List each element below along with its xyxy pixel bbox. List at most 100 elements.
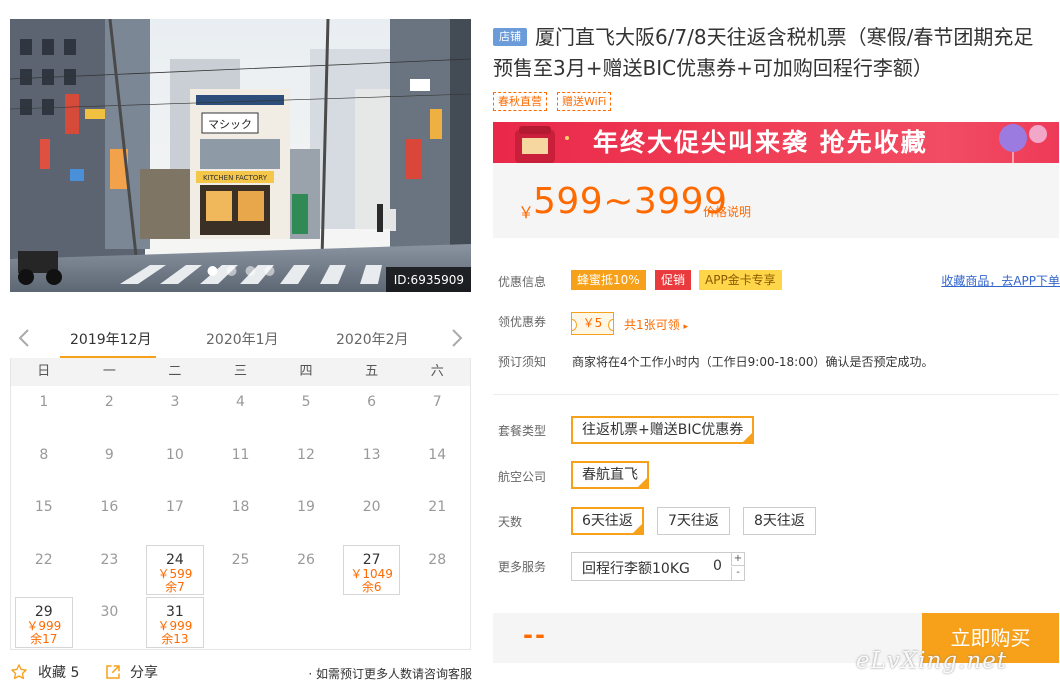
carousel-dot[interactable]	[245, 266, 255, 276]
day-number: 15	[34, 499, 53, 515]
app-gold-card-badge: APP金卡专享	[699, 270, 782, 290]
price-range: 599~3999	[533, 181, 728, 222]
coupon-ticket[interactable]: ￥5	[571, 312, 614, 335]
calendar-day: 26	[273, 544, 339, 597]
calendar-day: 1	[11, 386, 77, 439]
day-number: 13	[362, 446, 381, 463]
airline-label: 航空公司	[498, 470, 547, 484]
price-explanation-link[interactable]: 价格说明	[703, 203, 751, 220]
month-tab-jan-2020[interactable]: 2020年1月	[206, 329, 279, 349]
tag-spring-direct: 春秋直营	[493, 92, 547, 111]
day-remaining: 余17	[30, 632, 58, 646]
discount-label: 优惠信息	[498, 275, 547, 289]
calendar-day: 16	[77, 491, 143, 544]
calendar-day[interactable]: 24 ￥599 余7	[142, 544, 208, 597]
day-number: 1	[39, 394, 49, 410]
day-number: 25	[231, 551, 250, 568]
service-quantity[interactable]: 0	[713, 558, 722, 574]
street-scene-image: マシック KITCHEN FACTORY	[10, 19, 471, 292]
share-button[interactable]: 分享	[104, 662, 158, 682]
favorite-app-link[interactable]: 收藏商品，去APP下单	[941, 272, 1060, 289]
product-photo[interactable]: マシック KITCHEN FACTORY ID:6935909	[10, 19, 471, 292]
package-type-label: 套餐类型	[498, 424, 547, 438]
calendar-day: 19	[273, 491, 339, 544]
weekday-label: 一	[102, 364, 116, 379]
day-number: 21	[428, 499, 447, 515]
weekday-label: 日	[37, 364, 51, 379]
star-icon	[11, 664, 27, 680]
shop-badge: 店铺	[493, 28, 527, 46]
price-box: ￥ 599~3999 价格说明	[493, 163, 1059, 238]
calendar-day: 28	[404, 544, 470, 597]
calendar-day: 7	[404, 386, 470, 439]
chevron-left-icon[interactable]	[17, 328, 31, 348]
calendar-day: 14	[404, 439, 470, 492]
day-price: ￥1049	[350, 566, 393, 581]
calendar-day: 22	[11, 544, 77, 597]
package-option[interactable]: 往返机票+赠送BIC优惠券	[571, 416, 755, 446]
day-number: 18	[231, 499, 250, 515]
calendar-day[interactable]: 29 ￥999 余17	[11, 596, 77, 649]
share-icon	[106, 665, 120, 679]
quantity-minus-button[interactable]: -	[731, 567, 744, 580]
claim-coupon-text: 共1张可领	[624, 318, 680, 332]
calendar-day[interactable]: 27 ￥1049 余6	[339, 544, 405, 597]
chevron-right-icon[interactable]	[450, 328, 464, 348]
carousel-dot[interactable]	[207, 266, 217, 276]
day-number: 7	[432, 394, 442, 410]
calendar-day: 8	[11, 439, 77, 492]
days-option-6[interactable]: 6天往返	[571, 507, 644, 537]
day-number: 12	[297, 446, 315, 463]
airline-option[interactable]: 春航直飞	[571, 461, 649, 491]
day-number: 2	[104, 394, 114, 410]
tag-free-wifi: 赠送WiFi	[557, 92, 612, 111]
month-tab-feb-2020[interactable]: 2020年2月	[336, 329, 409, 349]
share-label: 分享	[130, 665, 158, 681]
product-title-text: 厦门直飞大阪6/7/8天往返含税机票（寒假/春节团期充足预售至3月+赠送BIC优…	[493, 25, 1034, 80]
calendar-day: 15	[11, 491, 77, 544]
calendar-day: 21	[404, 491, 470, 544]
day-number: 11	[231, 446, 250, 463]
day-number: 10	[166, 446, 184, 463]
calendar-day[interactable]: 31 ￥999 余13	[142, 596, 208, 649]
day-number: 4	[236, 394, 245, 410]
claim-coupon-link[interactable]: 共1张可领 ▸	[624, 316, 688, 333]
day-number: 31	[166, 604, 184, 620]
day-price: ￥599	[157, 566, 193, 581]
photo-id-label: ID:6935909	[385, 267, 471, 292]
calendar-day: 2	[77, 386, 143, 439]
product-title-block: 店铺 厦门直飞大阪6/7/8天往返含税机票（寒假/春节团期充足预售至3月+赠送BI…	[493, 22, 1053, 84]
carousel-dot[interactable]	[226, 266, 236, 276]
days-option-8[interactable]: 8天往返	[743, 507, 816, 535]
currency-symbol: ￥	[518, 203, 535, 222]
day-number: 30	[100, 604, 119, 620]
product-title: 店铺 厦门直飞大阪6/7/8天往返含税机票（寒假/春节团期充足预售至3月+赠送BI…	[493, 25, 1033, 80]
favorite-label: 收藏 5	[38, 665, 80, 681]
day-number: 5	[301, 394, 311, 410]
days-label: 天数	[498, 515, 523, 529]
day-number: 20	[362, 499, 381, 515]
day-number: 19	[297, 499, 315, 515]
calendar-day: 9	[77, 439, 143, 492]
calendar-day: 18	[208, 491, 274, 544]
more-services-label: 更多服务	[498, 560, 547, 574]
quantity-plus-button[interactable]: +	[731, 553, 744, 566]
promo-banner-text: 年终大促尖叫来袭 抢先收藏	[593, 128, 928, 157]
calendar-day: 12	[273, 439, 339, 492]
days-option-7[interactable]: 7天往返	[657, 507, 730, 535]
weekday-header: 日 一 二 三 四 五 六	[11, 358, 470, 386]
date-calendar: 日 一 二 三 四 五 六 1 2 3 4 5 6 7 8 9 10 11 12 13 14 15 16 17 1…	[10, 358, 471, 650]
product-tags: 春秋直营 赠送WiFi	[493, 92, 612, 111]
promotion-badge: 促销	[655, 270, 692, 290]
site-watermark: eLvXing.net	[856, 648, 1008, 674]
calendar-day: 11	[208, 439, 274, 492]
calendar-days: 1 2 3 4 5 6 7 8 9 10 11 12 13 14 15 16 17 18 19 20 21 22 23 24 ￥…	[11, 386, 470, 649]
day-number: 17	[166, 499, 184, 515]
day-number: 27	[362, 551, 381, 568]
month-tab-dec-2019[interactable]: 2019年12月	[70, 329, 151, 349]
promo-banner[interactable]: 年终大促尖叫来袭 抢先收藏	[493, 122, 1059, 163]
carousel-dot[interactable]	[264, 266, 274, 276]
favorite-button[interactable]: 收藏 5	[10, 662, 79, 682]
calendar-day: 10	[142, 439, 208, 492]
day-number: 9	[104, 446, 114, 463]
